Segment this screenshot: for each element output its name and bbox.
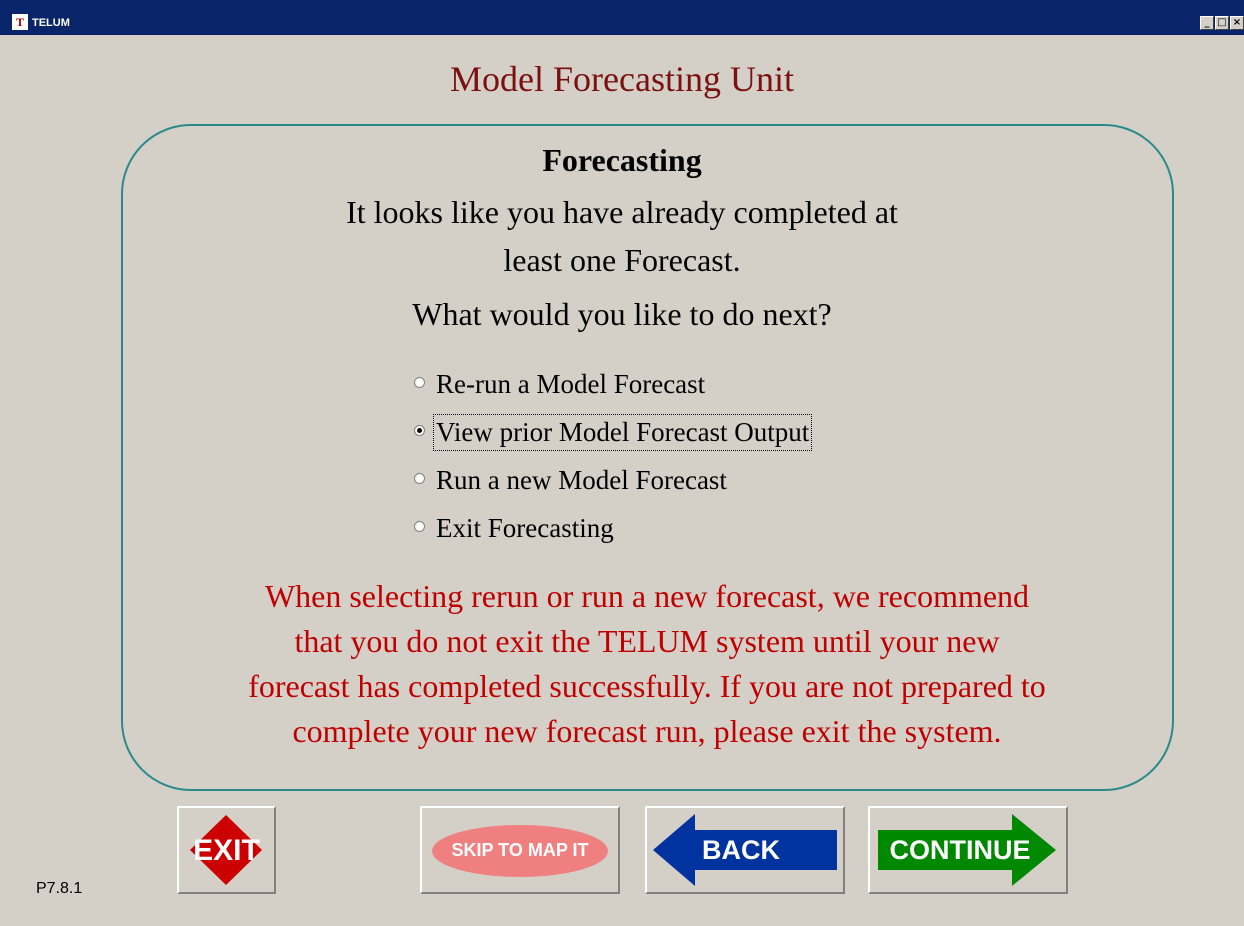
intro-line-2: least one Forecast. [503, 242, 741, 278]
option-run-new-forecast[interactable]: Run a new Model Forecast [414, 456, 809, 504]
warning-message: When selecting rerun or run a new foreca… [130, 574, 1164, 754]
option-label: Re-run a Model Forecast [436, 368, 706, 399]
option-rerun-forecast[interactable]: Re-run a Model Forecast [414, 360, 809, 408]
warning-line: When selecting rerun or run a new foreca… [264, 578, 1030, 614]
radio-button[interactable] [414, 377, 425, 388]
maximize-icon[interactable]: □ [1215, 16, 1229, 30]
back-button[interactable]: BACK [645, 806, 845, 894]
continue-button-label: CONTINUE [889, 835, 1031, 865]
intro-line-1: It looks like you have already completed… [346, 194, 898, 230]
option-exit-forecasting[interactable]: Exit Forecasting [414, 504, 809, 552]
warning-line: complete your new forecast run, please e… [292, 713, 1002, 749]
exit-button-label: EXIT [193, 834, 260, 867]
section-heading: Forecasting [542, 142, 702, 178]
page-code: P7.8.1 [36, 880, 83, 897]
warning-line: forecast has completed successfully. If … [248, 668, 1046, 704]
option-label: Exit Forecasting [436, 512, 614, 543]
intro-text: It looks like you have already completed… [0, 188, 1244, 284]
radio-button[interactable] [414, 521, 425, 532]
question-text: What would you like to do next? [412, 296, 832, 332]
radio-button[interactable] [414, 473, 425, 484]
radio-button[interactable] [414, 425, 425, 436]
minimize-icon[interactable]: _ [1200, 16, 1214, 30]
warning-line: that you do not exit the TELUM system un… [294, 623, 1000, 659]
skip-to-map-button[interactable]: SKIP TO MAP IT [420, 806, 620, 894]
title-bar: T TELUM _ □ × [0, 0, 1244, 35]
page-title: Model Forecasting Unit [450, 59, 794, 99]
skip-button-label: SKIP TO MAP IT [451, 840, 589, 860]
continue-button[interactable]: CONTINUE [868, 806, 1068, 894]
option-view-prior-output[interactable]: View prior Model Forecast Output [414, 408, 813, 456]
close-icon[interactable]: × [1230, 16, 1244, 30]
option-label: View prior Model Forecast Output [432, 413, 813, 451]
window-controls: _ □ × [1199, 16, 1244, 30]
back-button-label: BACK [702, 835, 780, 865]
forecast-options: Re-run a Model Forecast View prior Model… [414, 360, 813, 552]
telum-logo-icon[interactable]: T [12, 14, 28, 30]
option-label: Run a new Model Forecast [436, 464, 727, 495]
window-title: TELUM [32, 17, 70, 29]
exit-button[interactable]: EXIT [177, 806, 276, 894]
